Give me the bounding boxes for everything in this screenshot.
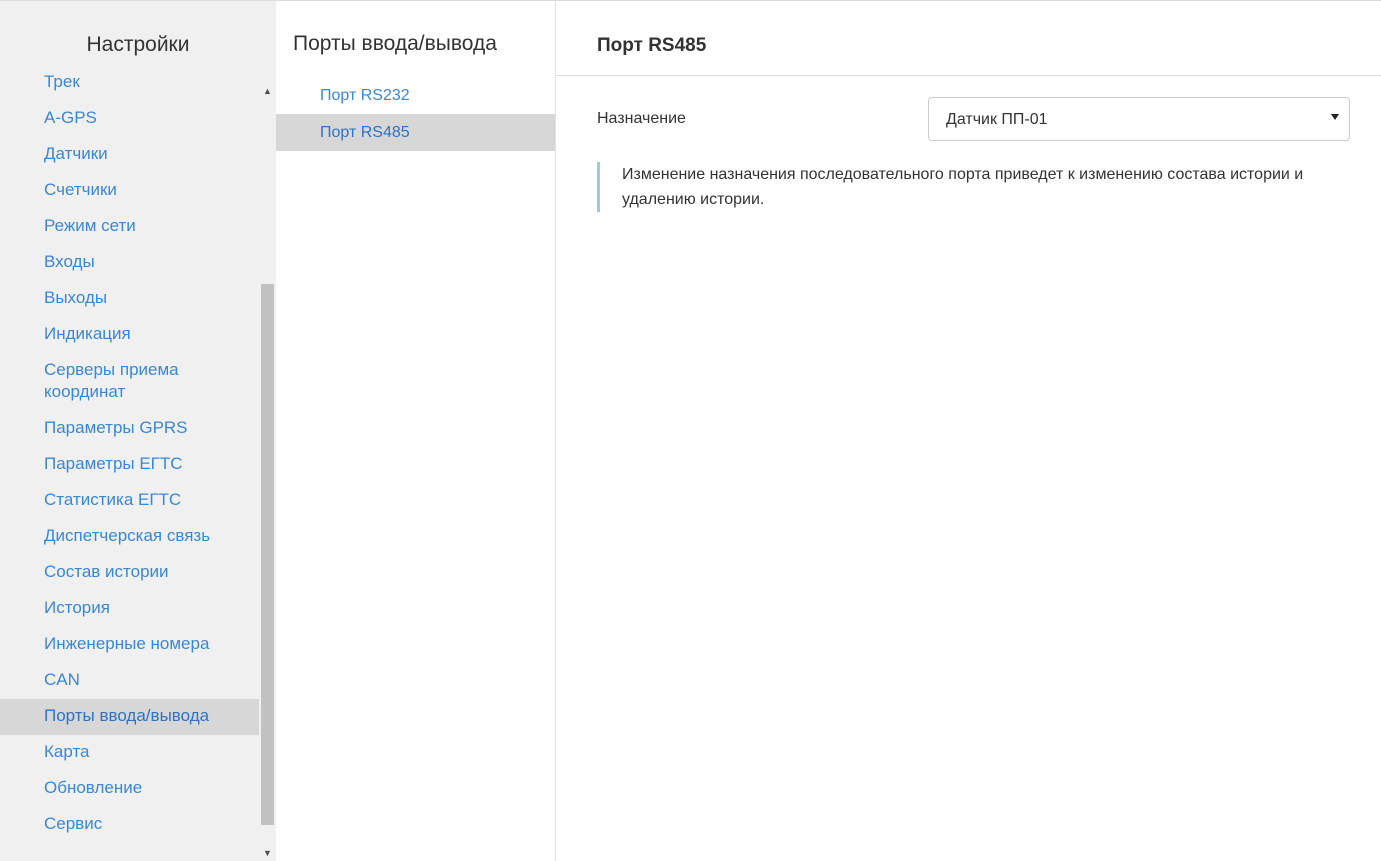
sidebar-item-service[interactable]: Сервис (0, 807, 259, 843)
warning-note: Изменение назначения последовательного п… (597, 162, 1317, 212)
sidebar-item-can[interactable]: CAN (0, 663, 259, 699)
purpose-select[interactable]: Датчик ПП-01 (928, 97, 1350, 141)
main-panel: Порт RS485 Назначение Датчик ПП-01 Измен… (556, 0, 1381, 861)
caret-down-icon (1331, 114, 1339, 120)
sidebar-scrollbar[interactable]: ▲ ▼ (259, 75, 276, 861)
sidebar-item-inputs[interactable]: Входы (0, 245, 259, 281)
purpose-label: Назначение (597, 110, 686, 127)
sidebar-item-history-content[interactable]: Состав истории (0, 555, 259, 591)
sidebar-item-io-ports[interactable]: Порты ввода/вывода (0, 699, 259, 735)
sidebar-item-egts-params[interactable]: Параметры ЕГТС (0, 447, 259, 483)
app-window: Настройки Трек A-GPS Датчики Счетчики Ре… (0, 0, 1381, 861)
sidebar-item-network-mode[interactable]: Режим сети (0, 209, 259, 245)
subnav-item-rs232[interactable]: Порт RS232 (276, 79, 555, 114)
scrollbar-thumb[interactable] (261, 284, 274, 825)
sidebar-item-track[interactable]: Трек (0, 71, 259, 101)
page-title: Порт RS485 (597, 35, 707, 56)
ports-subnav: Порты ввода/вывода Порт RS232 Порт RS485 (276, 0, 556, 861)
subnav-title: Порты ввода/вывода (293, 32, 497, 55)
sidebar-item-outputs[interactable]: Выходы (0, 281, 259, 317)
sidebar-item-dispatch-link[interactable]: Диспетчерская связь (0, 519, 259, 555)
settings-sidebar: Настройки Трек A-GPS Датчики Счетчики Ре… (0, 0, 276, 861)
sidebar-item-egts-stats[interactable]: Статистика ЕГТС (0, 483, 259, 519)
sidebar-item-indication[interactable]: Индикация (0, 317, 259, 353)
sidebar-item-counters[interactable]: Счетчики (0, 173, 259, 209)
sidebar-item-update[interactable]: Обновление (0, 771, 259, 807)
subnav-item-rs485[interactable]: Порт RS485 (276, 114, 555, 151)
sidebar-item-history[interactable]: История (0, 591, 259, 627)
purpose-select-value: Датчик ПП-01 (946, 111, 1048, 128)
sidebar-item-engineering-numbers[interactable]: Инженерные номера (0, 627, 259, 663)
sidebar-menu: Трек A-GPS Датчики Счетчики Режим сети В… (0, 72, 259, 843)
scroll-down-icon[interactable]: ▼ (259, 845, 276, 861)
sidebar-item-sensors[interactable]: Датчики (0, 137, 259, 173)
scroll-up-icon[interactable]: ▲ (259, 83, 276, 100)
sidebar-item-gprs-params[interactable]: Параметры GPRS (0, 411, 259, 447)
sidebar-item-coordinate-servers[interactable]: Серверы приема координат (0, 353, 259, 411)
main-header: Порт RS485 (556, 1, 1381, 76)
subnav-menu: Порт RS232 Порт RS485 (276, 79, 555, 151)
sidebar-title: Настройки (86, 33, 190, 56)
sidebar-item-agps[interactable]: A-GPS (0, 101, 259, 137)
sidebar-item-map[interactable]: Карта (0, 735, 259, 771)
